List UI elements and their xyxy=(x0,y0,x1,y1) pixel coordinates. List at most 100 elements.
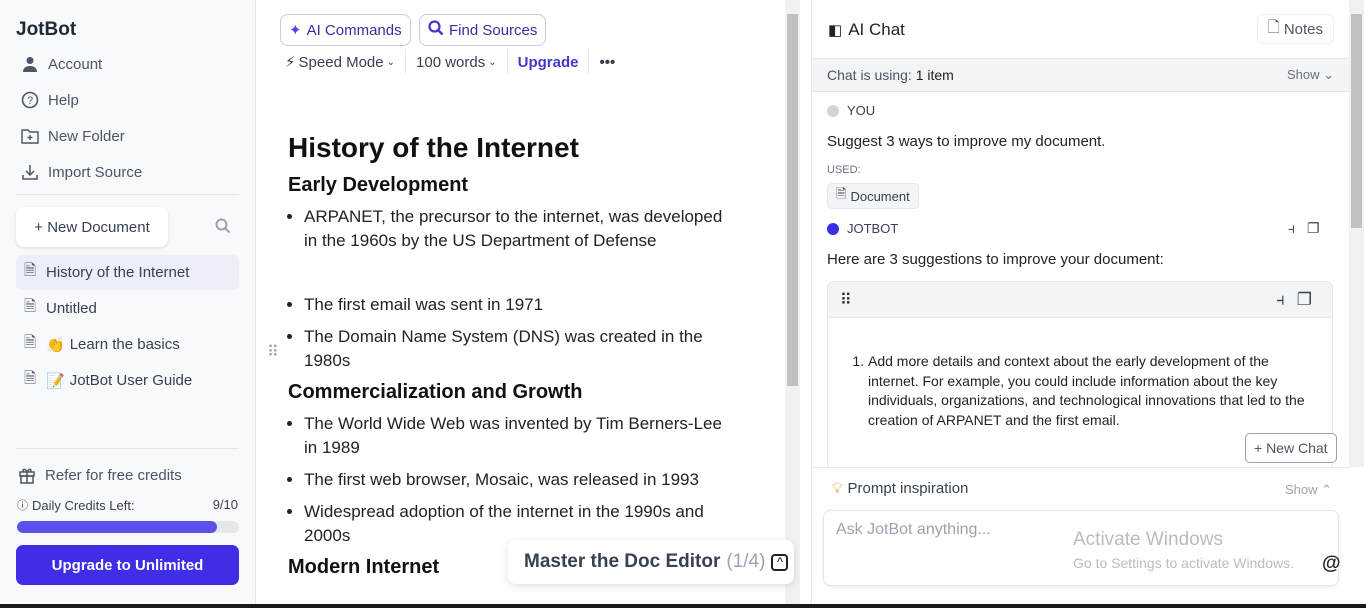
bullet-list: The World Wide Web was invented by Tim B… xyxy=(288,412,738,548)
clap-emoji-icon: 👏 xyxy=(46,336,65,354)
section-heading[interactable]: Early Development xyxy=(288,174,738,197)
dropdown-label: Speed Mode xyxy=(298,53,384,71)
find-sources-button[interactable]: Find Sources xyxy=(419,14,547,46)
chat-title: AI Chat xyxy=(848,20,905,39)
ai-commands-button[interactable]: ✦ AI Commands xyxy=(280,14,411,46)
prompt-show-toggle[interactable]: Show ⌃ xyxy=(1285,482,1332,498)
used-label: USED: xyxy=(827,164,861,176)
context-value: 1 item xyxy=(915,67,954,83)
copy-icon[interactable]: ❐ xyxy=(1297,290,1312,310)
user-icon xyxy=(20,54,40,74)
sidebar: JotBot Account ? Help New Folder Import S… xyxy=(0,0,256,604)
mention-button[interactable]: @ xyxy=(1322,553,1341,575)
new-document-button[interactable]: + New Document xyxy=(16,207,168,247)
more-icon: ••• xyxy=(599,53,616,71)
chat-scrollbar[interactable] xyxy=(1349,0,1364,467)
file-plus-icon: 🗋 xyxy=(1267,18,1280,36)
suggestion-list: Add more details and context about the e… xyxy=(868,352,1318,438)
bullet-item[interactable]: The first email was sent in 1971 xyxy=(304,293,738,317)
new-chat-button[interactable]: + New Chat xyxy=(1245,433,1337,463)
document-item[interactable]: 🗎 📝 JotBot User Guide xyxy=(16,363,239,398)
scrollbar-thumb[interactable] xyxy=(1351,14,1362,228)
tour-label: Master the Doc Editor xyxy=(524,551,721,572)
editor-scrollbar[interactable] xyxy=(785,0,800,604)
chevron-down-icon: ⌄ xyxy=(1323,67,1334,82)
document-editor: ✦ AI Commands Find Sources ⚡︎ Speed Mode ⌄ … xyxy=(257,0,785,604)
document-label: Learn the basics xyxy=(69,336,180,353)
user-label: YOU xyxy=(827,103,875,118)
nav-account[interactable]: Account xyxy=(20,52,240,76)
bot-label: JOTBOT xyxy=(827,221,898,236)
chevron-up-icon[interactable]: ^ xyxy=(771,553,789,571)
nav-help[interactable]: ? Help xyxy=(20,88,240,112)
insert-icon[interactable]: ⫞ xyxy=(1288,220,1295,237)
bullet-item[interactable]: The World Wide Web was invented by Tim B… xyxy=(304,412,738,460)
prompt-inspiration[interactable]: 💡︎ Prompt inspiration xyxy=(832,480,968,497)
context-label: Chat is using: 1 item xyxy=(827,67,954,83)
info-icon: ⓘ xyxy=(17,500,28,512)
chevron-up-icon: ⌃ xyxy=(1321,482,1332,497)
user-dot-icon xyxy=(827,104,839,117)
show-context-toggle[interactable]: Show ⌄ xyxy=(1287,67,1334,83)
divider xyxy=(16,194,239,195)
nav-label: Import Source xyxy=(48,163,143,181)
card-header: ⠿ ⫞ ❐ xyxy=(828,282,1332,318)
refer-label: Refer for free credits xyxy=(45,466,182,484)
prompt-area: 💡︎Prompt inspiration Show ⌃ Activate Win… xyxy=(812,467,1350,604)
lightbulb-icon: 💡︎ xyxy=(832,480,843,497)
copy-icon[interactable]: ❐ xyxy=(1307,220,1320,237)
nav-label: New Folder xyxy=(48,127,125,145)
editor-options: ⚡︎ Speed Mode ⌄ 100 words ⌄ Upgrade ••• xyxy=(285,50,625,74)
nav-import-source[interactable]: Import Source xyxy=(20,160,240,184)
user-message: Suggest 3 ways to improve my document. xyxy=(827,133,1106,150)
button-label: Notes xyxy=(1283,20,1323,38)
dropdown-label: 100 words xyxy=(416,53,486,71)
folder-plus-icon xyxy=(20,126,40,146)
show-label: Show xyxy=(1284,482,1318,497)
upgrade-label: Upgrade xyxy=(517,53,579,71)
drag-handle-icon[interactable]: ⠿ xyxy=(840,290,852,310)
panel-collapse-icon[interactable]: ◧ xyxy=(828,21,842,39)
refer-link[interactable]: Refer for free credits xyxy=(17,463,237,487)
show-label: Show xyxy=(1286,67,1320,82)
chevron-down-icon: ⌄ xyxy=(488,56,497,68)
document-item[interactable]: 🗎 History of the Internet xyxy=(16,255,239,290)
nav-new-folder[interactable]: New Folder xyxy=(20,124,240,148)
word-count-dropdown[interactable]: 100 words ⌄ xyxy=(406,50,508,74)
sender-name: YOU xyxy=(847,103,876,118)
credits-text: Daily Credits Left: xyxy=(32,497,135,513)
bullet-list: ARPANET, the precursor to the internet, … xyxy=(288,205,738,373)
drag-handle-icon[interactable]: ⠿ xyxy=(267,342,279,362)
used-document-chip[interactable]: 🗎 Document xyxy=(827,183,919,209)
more-options-button[interactable]: ••• xyxy=(589,50,625,74)
upgrade-link[interactable]: Upgrade xyxy=(508,50,590,74)
chat-input[interactable] xyxy=(823,510,1339,586)
upgrade-unlimited-button[interactable]: Upgrade to Unlimited xyxy=(16,545,239,585)
document-title[interactable]: History of the Internet xyxy=(288,132,738,164)
search-icon xyxy=(428,20,444,40)
document-label: History of the Internet xyxy=(46,264,190,281)
ai-chat-panel: ◧ AI Chat 🗋 Notes Chat is using: 1 item Sho… xyxy=(811,0,1350,604)
tour-popup[interactable]: Master the Doc Editor (1/4) ^ xyxy=(508,540,794,584)
search-icon[interactable] xyxy=(215,218,231,239)
scrollbar-thumb[interactable] xyxy=(787,14,798,386)
file-icon: 🗎 xyxy=(24,370,37,387)
bullet-item[interactable]: The first web browser, Mosaic, was relea… xyxy=(304,468,738,492)
speed-mode-dropdown[interactable]: ⚡︎ Speed Mode ⌄ xyxy=(285,50,407,74)
bullet-item[interactable]: ARPANET, the precursor to the internet, … xyxy=(304,205,738,253)
notes-button[interactable]: 🗋 Notes xyxy=(1256,14,1334,44)
credits-progress-fill xyxy=(17,521,217,533)
document-body[interactable]: History of the Internet Early Developmen… xyxy=(288,132,738,587)
bullet-item[interactable]: The Domain Name System (DNS) was created… xyxy=(304,325,738,373)
chat-context-bar: Chat is using: 1 item Show ⌄ xyxy=(812,58,1350,92)
bot-dot-icon xyxy=(827,222,839,235)
insert-icon[interactable]: ⫞ xyxy=(1276,290,1285,310)
help-circle-icon: ? xyxy=(20,90,40,110)
suggestion-item: Add more details and context about the e… xyxy=(868,352,1318,430)
document-item[interactable]: 🗎 👏 Learn the basics xyxy=(16,327,239,362)
file-icon: 🗎 xyxy=(24,262,37,279)
chevron-down-icon: ⌄ xyxy=(386,56,396,68)
svg-text:?: ? xyxy=(27,95,33,107)
document-item[interactable]: 🗎 Untitled xyxy=(16,291,239,326)
section-heading[interactable]: Commercialization and Growth xyxy=(288,381,738,404)
